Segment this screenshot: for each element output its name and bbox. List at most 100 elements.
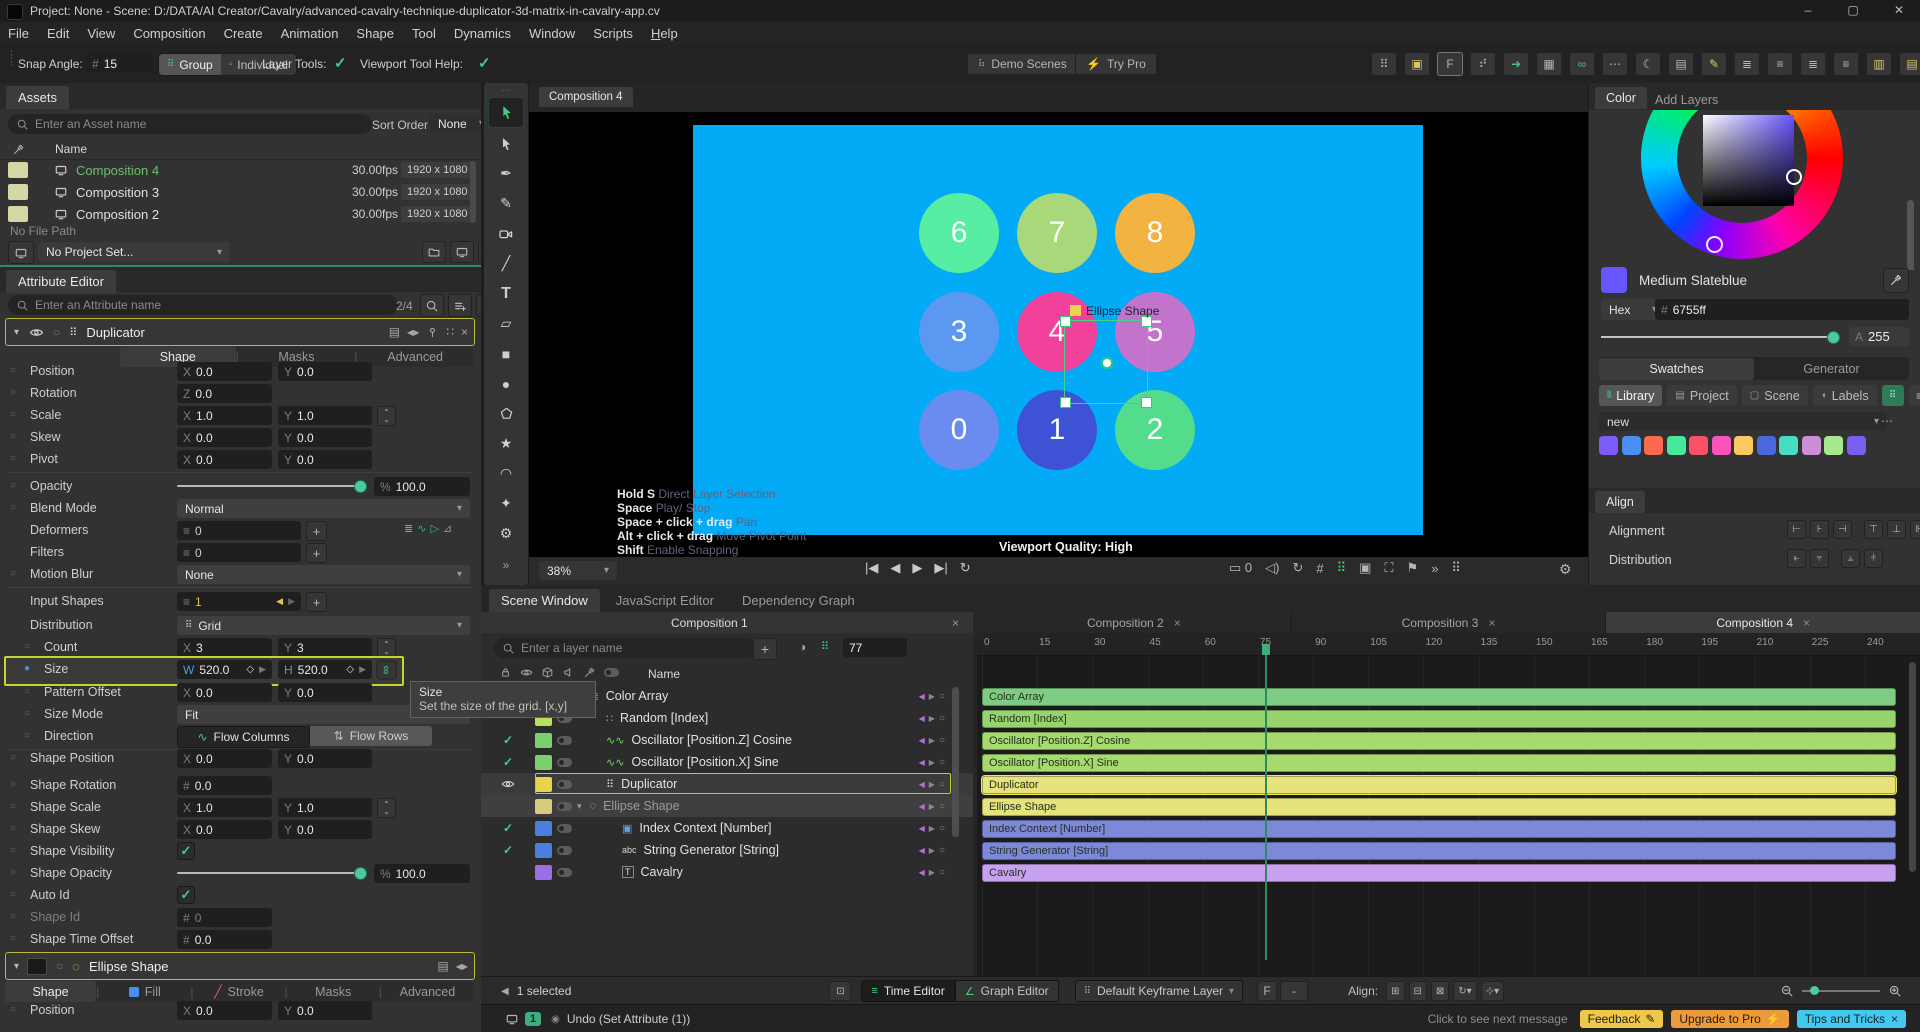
timeline-bar-duplicator[interactable]: Duplicator xyxy=(982,776,1896,794)
value-field[interactable]: Y0.0 xyxy=(278,428,372,447)
timeline-ruler[interactable]: 0153045607590105120135150165180195210225… xyxy=(977,633,1920,656)
link-toggle-icon[interactable]: ∞ xyxy=(377,661,397,680)
keyframe-circle-icon[interactable]: ○ xyxy=(24,686,30,697)
color-panel-scrollbar[interactable] xyxy=(1907,200,1914,270)
playhead-line[interactable] xyxy=(1265,655,1267,960)
value-field[interactable]: X0.0 xyxy=(177,362,272,381)
connection-list[interactable]: ≡0 xyxy=(177,543,301,562)
layer-color-swatch[interactable] xyxy=(535,755,552,770)
layer-name[interactable]: Index Context [Number] xyxy=(639,821,771,835)
project-set-icon-button[interactable] xyxy=(8,241,34,264)
value-field[interactable]: X1.0 xyxy=(177,406,272,425)
next-keyframe-icon[interactable]: ▶ xyxy=(929,868,935,877)
keyframe-circle-icon[interactable]: ○ xyxy=(10,801,16,812)
color-swatch[interactable] xyxy=(1712,436,1731,455)
asset-row[interactable]: Composition 230.00fps1920 x 1080 xyxy=(0,203,481,225)
keyframe-circle-icon[interactable]: ○ xyxy=(939,691,945,702)
duplicator-group-header[interactable]: ▾ ○ ⠿ Duplicator ▤ ◀▶ ∷ × xyxy=(5,318,475,346)
layer-list-scrollbar[interactable] xyxy=(952,687,959,837)
loop-icon[interactable]: ↻ xyxy=(960,560,971,576)
timeline-bar-string-generator-string-[interactable]: String Generator [String] xyxy=(982,842,1896,860)
keyframe-circle-icon[interactable]: ○ xyxy=(10,823,16,834)
value-field[interactable]: W520.0◇▶ xyxy=(177,660,272,679)
value-field[interactable]: #0 xyxy=(177,908,272,927)
asset-row[interactable]: Composition 330.00fps1920 x 1080 xyxy=(0,181,481,203)
dots-arrow-icon[interactable]: ⠞ xyxy=(1470,52,1496,76)
align-cols-icon[interactable]: ⊠ xyxy=(1431,981,1449,1001)
tool-line-icon[interactable]: ╱ xyxy=(489,249,523,278)
timeline-bar-color-array[interactable]: Color Array xyxy=(982,688,1896,706)
color-swatch[interactable] xyxy=(1824,436,1843,455)
hue-selector[interactable] xyxy=(1706,236,1723,253)
rows-icon[interactable]: ▤ xyxy=(1899,52,1920,76)
menu-shape[interactable]: Shape xyxy=(356,26,394,41)
tab-align[interactable]: Align xyxy=(1595,491,1645,513)
layer-name[interactable]: String Generator [String] xyxy=(644,843,779,857)
tab-javascript-editor[interactable]: JavaScript Editor xyxy=(604,589,726,612)
skip-to-start-icon[interactable]: |◀ xyxy=(865,560,878,576)
color-swatch[interactable] xyxy=(1757,436,1776,455)
color-swatch[interactable] xyxy=(1622,436,1641,455)
deformer-tools-icons[interactable]: ≣∿▷⊿ xyxy=(404,522,456,535)
keyframe-circle-icon[interactable]: ○ xyxy=(939,801,945,812)
keyframe-circle-icon[interactable]: ○ xyxy=(10,480,16,491)
grid-dots-icon[interactable]: ⠿ xyxy=(1371,52,1397,76)
grid-circle-6[interactable]: 6 xyxy=(919,193,999,273)
tool-pen-icon[interactable]: ✒ xyxy=(489,159,523,188)
connection-list[interactable]: ≡1◀▶ xyxy=(177,592,301,611)
project-set-select[interactable]: No Project Set...▾ xyxy=(38,242,230,262)
layer-name[interactable]: Random [Index] xyxy=(620,711,708,725)
add-layer-button[interactable]: + xyxy=(753,638,777,660)
timeline-zoom-knob[interactable] xyxy=(1810,986,1819,995)
timeline-bar-cavalry[interactable]: Cavalry xyxy=(982,864,1896,882)
align-bottom-icon[interactable]: ⊩ xyxy=(1910,520,1920,539)
palette-select[interactable]: new▾ xyxy=(1599,412,1887,431)
palette-options-button[interactable]: ⋯ xyxy=(1881,414,1893,428)
enabled-check-icon[interactable]: ✓ xyxy=(503,733,513,747)
prev-icon[interactable]: ◀ xyxy=(276,596,283,607)
color-swatch[interactable] xyxy=(1689,436,1708,455)
distribution-select[interactable]: ⠿Grid▾ xyxy=(177,616,470,635)
keyframe-circle-icon[interactable]: ○ xyxy=(939,713,945,724)
tab-dependency-graph[interactable]: Dependency Graph xyxy=(730,589,867,612)
refresh-icon[interactable]: ↻ xyxy=(1292,560,1303,576)
timeline-bar-random-index-[interactable]: Random [Index] xyxy=(982,710,1896,728)
keyframe-diamond-icon[interactable]: ◇ xyxy=(346,664,354,675)
composition-tab[interactable]: Composition 1 × xyxy=(481,612,973,633)
keyframe-circle-icon[interactable]: ○ xyxy=(939,779,945,790)
expression-arrow-icon[interactable]: ▶ xyxy=(359,664,366,675)
tab-assets[interactable]: Assets xyxy=(6,86,69,109)
asset-color-swatch[interactable] xyxy=(8,184,28,200)
prev-keyframe-icon[interactable]: ◀ xyxy=(919,714,925,723)
asset-name[interactable]: Composition 3 xyxy=(76,185,159,200)
blend-mode-select[interactable]: Normal▾ xyxy=(177,499,470,518)
keyframe-layer-select[interactable]: ⠿ Default Keyframe Layer ▾ xyxy=(1075,980,1243,1002)
color-swatch[interactable] xyxy=(1667,436,1686,455)
value-field[interactable]: Y0.0 xyxy=(278,450,372,469)
menu-view[interactable]: View xyxy=(87,26,115,41)
next-keyframe-icon[interactable]: ▶ xyxy=(929,846,935,855)
layer-row-ellipse-shape[interactable]: ▾◌Ellipse Shape◀▶○ xyxy=(481,795,973,817)
panel-icon[interactable]: ▤ xyxy=(1668,52,1694,76)
keyframe-circle-icon[interactable]: ○ xyxy=(939,845,945,856)
tool-expand-icon[interactable]: » xyxy=(484,558,528,572)
collapse-left-icon[interactable]: ◀ xyxy=(501,986,509,997)
tool-artboard-icon[interactable]: ▱ xyxy=(489,309,523,338)
layer-name[interactable]: Ellipse Shape xyxy=(603,799,679,813)
fullscreen-icon[interactable]: ⛶ xyxy=(1384,560,1393,576)
feedback-button[interactable]: Feedback✎ xyxy=(1580,1010,1664,1028)
next-frame-icon[interactable]: ▶| xyxy=(934,560,947,576)
timeline-zoom-slider[interactable] xyxy=(1802,990,1880,992)
menu-animation[interactable]: Animation xyxy=(281,26,339,41)
close-icon[interactable]: × xyxy=(1891,1012,1898,1026)
alpha-slider[interactable] xyxy=(1601,336,1833,338)
align-middle-icon[interactable]: ⊥ xyxy=(1887,520,1906,539)
distribute-h2-icon[interactable]: ⫧ xyxy=(1810,549,1829,568)
tool-text-icon[interactable]: T xyxy=(489,279,523,308)
link-icon[interactable]: ∞ xyxy=(1569,52,1595,76)
keyframe-circle-icon[interactable]: ○ xyxy=(10,889,16,900)
box-icon[interactable]: ▣ xyxy=(1404,52,1430,76)
color-swatch[interactable] xyxy=(1644,436,1663,455)
connection-list[interactable]: ≡0 xyxy=(177,521,301,540)
time-editor-button[interactable]: ≡ Time Editor xyxy=(861,980,954,1002)
